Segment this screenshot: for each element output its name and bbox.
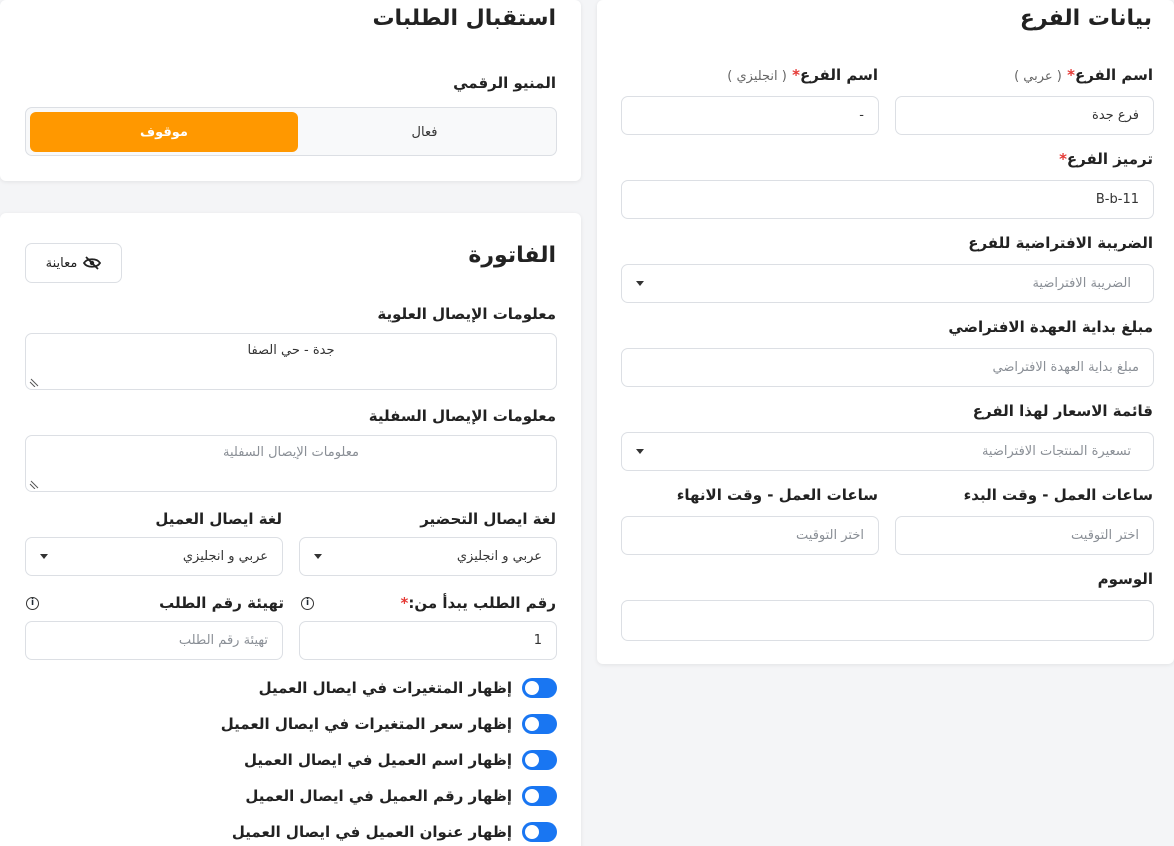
- default-tax-select[interactable]: الضريبة الافتراضية: [621, 264, 1154, 303]
- branch-data-card: بيانات الفرع اسم الفرع* ( عربي ) اسم الف…: [597, 0, 1174, 664]
- branch-code-label: ترميز الفرع*: [1059, 150, 1153, 168]
- branch-name-en-label: اسم الفرع* ( انجليزي ): [727, 66, 878, 84]
- start-time-label: ساعات العمل - وقت البدء: [963, 486, 1153, 504]
- pricelist-select[interactable]: تسعيرة المنتجات الافتراضية: [621, 432, 1154, 471]
- chevron-down-icon: [314, 554, 322, 559]
- branch-name-ar-input[interactable]: فرع جدة: [895, 96, 1154, 135]
- toggle-switch[interactable]: [522, 750, 557, 770]
- prep-lang-select[interactable]: عربي و انجليزي: [299, 537, 557, 576]
- toggle-switch[interactable]: [522, 714, 557, 734]
- header-info-label: معلومات الإيصال العلوية: [377, 305, 556, 323]
- order-reset-input[interactable]: تهيئة رقم الطلب: [25, 621, 283, 660]
- preview-button[interactable]: معاينة: [25, 243, 122, 283]
- resize-handle-icon[interactable]: [29, 479, 39, 489]
- prep-lang-label: لغة ايصال التحضير: [420, 510, 556, 528]
- branch-name-ar-label: اسم الفرع* ( عربي ): [1014, 66, 1153, 84]
- resize-handle-icon[interactable]: [29, 377, 39, 387]
- branch-code-input[interactable]: B-b-11: [621, 180, 1154, 219]
- toggle-show-customer-address[interactable]: إظهار عنوان العميل في ايصال العميل: [232, 820, 557, 844]
- info-icon[interactable]: i: [26, 597, 39, 610]
- start-time-input[interactable]: اختر التوقيت: [895, 516, 1154, 555]
- branch-name-en-input[interactable]: -: [621, 96, 879, 135]
- orders-card: استقبال الطلبات المنيو الرقمي فعال موقوف: [0, 0, 581, 181]
- customer-lang-label: لغة ايصال العميل: [155, 510, 282, 528]
- tags-input[interactable]: [621, 600, 1154, 641]
- end-time-input[interactable]: اختر التوقيت: [621, 516, 879, 555]
- info-icon[interactable]: i: [301, 597, 314, 610]
- footer-info-textarea[interactable]: معلومات الإيصال السفلية: [25, 435, 557, 492]
- toggle-show-customer-name[interactable]: إظهار اسم العميل في ايصال العميل: [244, 748, 557, 772]
- default-tax-label: الضريبة الافتراضية للفرع: [968, 234, 1153, 252]
- menu-option-stopped[interactable]: موقوف: [30, 112, 298, 152]
- digital-menu-switch[interactable]: فعال موقوف: [25, 107, 557, 156]
- chevron-down-icon: [636, 281, 644, 286]
- menu-option-active[interactable]: فعال: [297, 112, 552, 152]
- preview-label: معاينة: [45, 255, 78, 271]
- toggle-show-variants[interactable]: إظهار المتغيرات في ايصال العميل: [259, 676, 557, 700]
- footer-info-label: معلومات الإيصال السفلية: [368, 407, 556, 425]
- order-start-label: رقم الطلب يبدأ من:*: [400, 594, 556, 612]
- toggle-switch[interactable]: [522, 822, 557, 842]
- toggle-switch[interactable]: [522, 786, 557, 806]
- tags-label: الوسوم: [1097, 570, 1153, 588]
- end-time-label: ساعات العمل - وقت الانهاء: [676, 486, 878, 504]
- branch-data-title: بيانات الفرع: [1019, 6, 1152, 31]
- order-start-input[interactable]: 1: [299, 621, 557, 660]
- toggle-switch[interactable]: [522, 678, 557, 698]
- chevron-down-icon: [40, 554, 48, 559]
- orders-title: استقبال الطلبات: [372, 6, 556, 31]
- digital-menu-label: المنيو الرقمي: [453, 74, 556, 92]
- customer-lang-select[interactable]: عربي و انجليزي: [25, 537, 283, 576]
- custody-label: مبلغ بداية العهدة الافتراضي: [948, 318, 1153, 336]
- order-reset-label: تهيئة رقم الطلب: [159, 594, 284, 612]
- toggle-show-variant-price[interactable]: إظهار سعر المتغيرات في ايصال العميل: [221, 712, 557, 736]
- chevron-down-icon: [636, 449, 644, 454]
- invoice-title: الفاتورة: [468, 243, 556, 268]
- eye-slash-icon: [83, 256, 102, 270]
- pricelist-label: قائمة الاسعار لهذا الفرع: [972, 402, 1153, 420]
- custody-input[interactable]: مبلغ بداية العهدة الافتراضي: [621, 348, 1154, 387]
- toggle-show-customer-number[interactable]: إظهار رقم العميل في ايصال العميل: [245, 784, 557, 808]
- header-info-textarea[interactable]: جدة - حي الصفا: [25, 333, 557, 390]
